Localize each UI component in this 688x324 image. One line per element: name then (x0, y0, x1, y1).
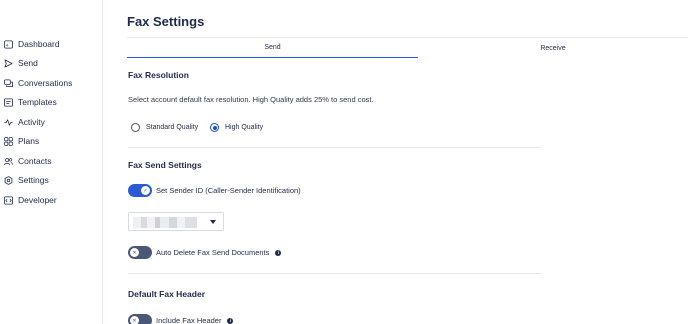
check-icon: ✓ (141, 186, 150, 195)
radio-button[interactable] (131, 123, 140, 132)
radio-label: High Quality (225, 124, 264, 131)
sidebar-item-label: Send (18, 58, 38, 68)
conversations-icon (4, 78, 13, 87)
divider (128, 147, 541, 148)
sidebar-item-developer[interactable]: Developer (4, 192, 57, 208)
sidebar-item-label: Contacts (18, 156, 52, 166)
close-icon: ✕ (130, 248, 139, 257)
fax-resolution-description: Select account default fax resolution. H… (128, 95, 374, 104)
fax-resolution-title: Fax Resolution (128, 70, 189, 80)
developer-icon (4, 195, 13, 205)
templates-icon (4, 97, 13, 107)
auto-delete-toggle[interactable]: ✕ (128, 246, 152, 259)
plans-icon (4, 136, 13, 146)
high-quality-radio[interactable]: High Quality (210, 123, 263, 132)
info-icon[interactable]: i (227, 317, 234, 324)
svg-text:4: 4 (6, 42, 9, 47)
auto-delete-row: ✕ Auto Delete Fax Send Documents i (128, 246, 282, 259)
chevron-down-icon (210, 220, 216, 224)
tab-bar: Send Receive (127, 37, 688, 59)
sender-id-toggle[interactable]: ✓ (128, 184, 152, 197)
activity-icon (4, 118, 13, 126)
standard-quality-radio[interactable]: Standard Quality (131, 123, 198, 132)
sidebar-item-settings[interactable]: Settings (4, 172, 49, 188)
radio-label: Standard Quality (146, 124, 199, 131)
tab-receive[interactable]: Receive (418, 38, 688, 58)
sidebar-item-conversations[interactable]: Conversations (4, 75, 72, 91)
divider (128, 273, 541, 274)
tab-send[interactable]: Send (127, 38, 418, 58)
settings-icon (4, 175, 13, 185)
main-content: Fax Settings Send Receive Fax Resolution… (104, 0, 688, 324)
dashboard-icon: 4 (4, 39, 13, 49)
info-icon[interactable]: i (275, 249, 282, 256)
sidebar-item-label: Activity (18, 117, 45, 127)
sidebar-item-send[interactable]: Send (4, 55, 38, 71)
sidebar-item-label: Templates (18, 97, 57, 107)
sidebar-item-plans[interactable]: Plans (4, 133, 39, 149)
sidebar-item-label: Dashboard (18, 39, 60, 49)
page-title: Fax Settings (127, 14, 205, 29)
tab-label: Receive (540, 44, 566, 52)
sidebar-item-contacts[interactable]: Contacts (4, 153, 52, 169)
sidebar-item-label: Conversations (18, 78, 73, 88)
fax-send-settings-title: Fax Send Settings (128, 160, 202, 170)
send-icon (4, 58, 13, 68)
sidebar-item-templates[interactable]: Templates (4, 94, 57, 110)
sender-id-label: Set Sender ID (Caller-Sender Identificat… (156, 186, 301, 195)
sidebar-item-dashboard[interactable]: 4 Dashboard (4, 36, 60, 52)
sidebar-item-label: Developer (18, 195, 57, 205)
tab-label: Send (264, 44, 281, 51)
sidebar: 4 Dashboard Send Conversations Templates… (0, 0, 103, 324)
include-fax-header-toggle[interactable]: ✕ (128, 314, 152, 324)
sender-id-row: ✓ Set Sender ID (Caller-Sender Identific… (128, 184, 301, 197)
auto-delete-label: Auto Delete Fax Send Documents (156, 248, 270, 257)
sidebar-item-label: Plans (18, 136, 40, 146)
close-icon: ✕ (130, 316, 139, 324)
sidebar-item-label: Settings (18, 175, 49, 185)
sender-id-select[interactable] (128, 212, 224, 231)
include-fax-header-row: ✕ Include Fax Header i (128, 314, 234, 324)
default-fax-header-title: Default Fax Header (128, 289, 205, 299)
redacted-value (133, 217, 197, 228)
radio-button-selected[interactable] (210, 123, 219, 132)
sidebar-item-activity[interactable]: Activity (4, 114, 45, 130)
contacts-icon (4, 157, 13, 165)
include-fax-header-label: Include Fax Header (156, 316, 222, 324)
